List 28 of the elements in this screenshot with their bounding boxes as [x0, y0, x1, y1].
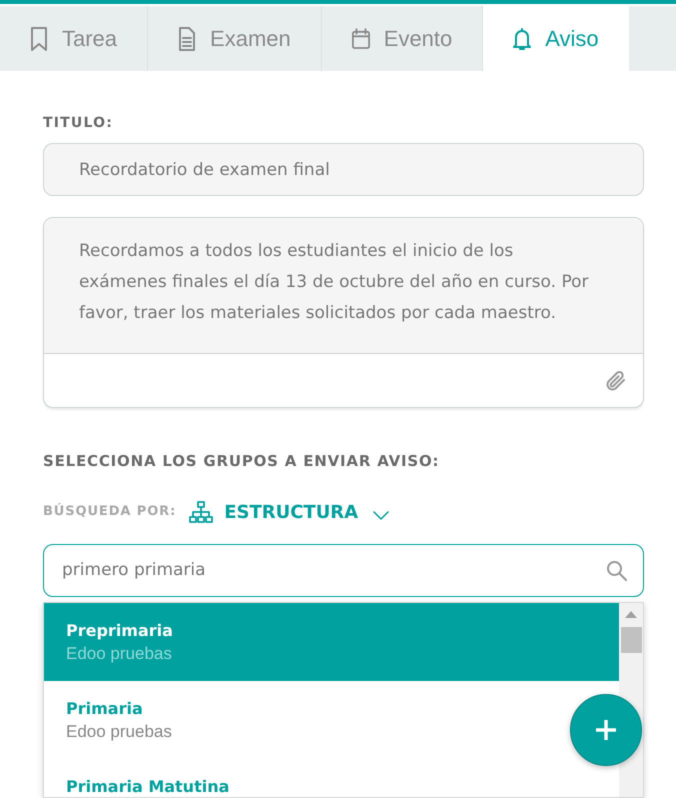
- result-item[interactable]: Primaria Matutina: [44, 758, 561, 797]
- result-item[interactable]: Primaria Edoo pruebas: [44, 680, 561, 758]
- chevron-down-icon: [373, 510, 390, 520]
- plus-icon: [595, 719, 617, 741]
- add-button[interactable]: [570, 694, 642, 766]
- tab[interactable]: Aviso: [483, 6, 629, 71]
- bell-icon: [513, 26, 532, 50]
- search-field[interactable]: primero primaria: [43, 544, 644, 596]
- hierarchy-icon: [189, 501, 214, 523]
- result-name: Primaria: [66, 698, 144, 720]
- result-item[interactable]: Preprimaria Edoo pruebas: [44, 602, 619, 680]
- calendar-icon: [352, 26, 370, 50]
- search-by-label: BÚSQUEDA POR:: [43, 502, 176, 522]
- title-field[interactable]: Recordatorio de examen final: [43, 143, 644, 196]
- message-field[interactable]: Recordamos a todos los estudiantes el inicio de los exámenes finales el día 13 de octubre del año en curso. Por favor, traer los materiales solicitados por cada maestro.: [44, 218, 643, 354]
- title-label: TITULO:: [43, 114, 114, 133]
- result-school: Edoo pruebas: [66, 642, 173, 664]
- scroll-up-arrow-icon[interactable]: [625, 610, 637, 618]
- result-school: Edoo pruebas: [66, 720, 173, 742]
- search-icon[interactable]: [606, 560, 627, 580]
- result-name: Preprimaria: [66, 620, 174, 642]
- bookmark-icon: [30, 26, 48, 50]
- result-name: Primaria Matutina: [66, 776, 230, 797]
- structure-dropdown[interactable]: ESTRUCTURA: [189, 498, 390, 526]
- document-icon: [178, 26, 196, 50]
- scrollbar-thumb[interactable]: [620, 626, 642, 652]
- paperclip-icon[interactable]: [604, 368, 628, 392]
- groups-heading: SELECCIONA LOS GRUPOS A ENVIAR AVISO:: [43, 451, 440, 472]
